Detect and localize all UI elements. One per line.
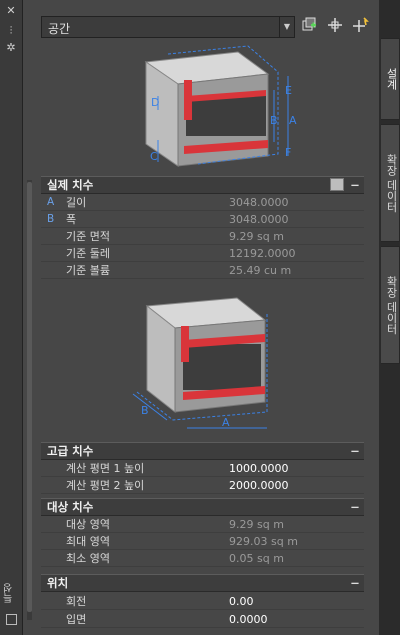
section-title: 위치 <box>47 576 69 590</box>
collapse-button[interactable]: − <box>348 178 362 192</box>
select-objects-icon[interactable] <box>325 17 345 37</box>
property-value[interactable]: 0.0000 <box>229 611 268 628</box>
svg-text:B: B <box>141 404 149 417</box>
palette-icon[interactable] <box>6 614 17 625</box>
section-advanced-dimensions[interactable]: 고급 치수 − <box>41 442 364 460</box>
properties-panel: 공간 ▼ D E B A C F 실제 치수 − A 길이 3048.0000 … <box>23 0 379 635</box>
property-value[interactable]: 1000.0000 <box>229 460 289 477</box>
property-label: 대상 영역 <box>66 518 110 531</box>
property-label: 입면 <box>66 613 87 626</box>
property-row-calc-plane-2[interactable]: 계산 평면 2 높이 2000.0000 <box>41 477 364 494</box>
property-label: 기준 둘레 <box>66 247 110 260</box>
property-value[interactable]: 3048.0000 <box>229 194 289 211</box>
object-type-value: 공간 <box>48 22 71 36</box>
scrollbar-thumb[interactable] <box>27 182 32 612</box>
tab-extended-data-1[interactable]: 확장 데이터 <box>381 124 400 242</box>
property-label: 계산 평면 2 높이 <box>66 479 145 492</box>
property-row-target-area: 대상 영역 9.29 sq m <box>41 516 364 533</box>
base-dimensions-diagram: B A <box>127 292 287 432</box>
property-label: 폭 <box>66 213 77 226</box>
property-row-elevation[interactable]: 입면 0.0000 <box>41 611 364 628</box>
property-value: 25.49 cu m <box>229 264 292 277</box>
section-title: 고급 치수 <box>47 444 94 458</box>
property-value: 9.29 sq m <box>229 518 284 531</box>
section-location[interactable]: 위치 − <box>41 574 364 592</box>
property-label: 최대 영역 <box>66 535 110 548</box>
property-label: 계산 평면 1 높이 <box>66 462 145 475</box>
tab-label: 확장 데이터 <box>385 275 398 335</box>
property-row-width[interactable]: B 폭 3048.0000 <box>41 211 364 228</box>
palette-title-label: 특성 <box>4 583 15 603</box>
property-row-base-volume: 기준 볼륨 25.49 cu m <box>41 262 364 279</box>
property-row-rotation[interactable]: 회전 0.00 <box>41 593 364 610</box>
property-value: 929.03 sq m <box>229 535 298 548</box>
close-icon[interactable]: ✕ <box>5 5 17 17</box>
dimension-key: B <box>47 213 55 225</box>
dimension-key: A <box>47 196 55 208</box>
section-target-dimensions[interactable]: 대상 치수 − <box>41 498 364 516</box>
section-title: 실제 치수 <box>47 178 94 192</box>
property-label: 회전 <box>66 595 87 608</box>
toggle-pickadd-icon[interactable] <box>351 17 371 37</box>
auto-hide-icon[interactable]: ⫶ <box>5 25 17 37</box>
property-value[interactable]: 2000.0000 <box>229 477 289 494</box>
property-value: 12192.0000 <box>229 247 296 260</box>
property-row-base-perimeter: 기준 둘레 12192.0000 <box>41 245 364 262</box>
collapse-button[interactable]: − <box>348 576 362 590</box>
svg-text:A: A <box>289 114 297 127</box>
palette-title-strip: ✕ ⫶ ✲ 특성 <box>0 0 23 635</box>
properties-gear-icon[interactable]: ✲ <box>5 42 17 54</box>
property-row-base-area: 기준 면적 9.29 sq m <box>41 228 364 245</box>
tab-label: 설계 <box>385 68 398 90</box>
property-value: 9.29 sq m <box>229 230 284 243</box>
tab-extended-data-2[interactable]: 확장 데이터 <box>381 246 400 364</box>
collapse-button[interactable]: − <box>348 500 362 514</box>
edit-icon[interactable] <box>330 178 344 191</box>
svg-text:B: B <box>270 114 278 127</box>
property-row-length[interactable]: A 길이 3048.0000 <box>41 194 364 211</box>
section-actual-dimensions[interactable]: 실제 치수 − <box>41 176 364 194</box>
tab-label: 확장 데이터 <box>385 153 398 213</box>
property-value[interactable]: 0.00 <box>229 593 254 610</box>
property-value: 0.05 sq m <box>229 552 284 565</box>
property-row-max-area: 최대 영역 929.03 sq m <box>41 533 364 550</box>
svg-text:C: C <box>150 150 158 163</box>
property-label: 기준 면적 <box>66 230 110 243</box>
quick-select-icon[interactable] <box>299 17 319 37</box>
space-dimensions-diagram: D E B A C F <box>128 44 298 170</box>
svg-text:F: F <box>285 146 291 159</box>
svg-text:D: D <box>151 96 159 109</box>
property-label: 기준 볼륨 <box>66 264 110 277</box>
svg-text:E: E <box>285 84 292 97</box>
property-row-min-area: 최소 영역 0.05 sq m <box>41 550 364 567</box>
chevron-down-icon[interactable]: ▼ <box>279 17 294 37</box>
property-row-calc-plane-1[interactable]: 계산 평면 1 높이 1000.0000 <box>41 460 364 477</box>
tab-design[interactable]: 설계 <box>381 38 400 120</box>
property-value[interactable]: 3048.0000 <box>229 211 289 228</box>
property-label: 최소 영역 <box>66 552 110 565</box>
collapse-button[interactable]: − <box>348 444 362 458</box>
property-label: 길이 <box>66 196 87 209</box>
object-type-dropdown[interactable]: 공간 ▼ <box>41 16 295 38</box>
section-title: 대상 치수 <box>47 500 94 514</box>
svg-text:A: A <box>222 416 230 429</box>
palette-tabs: 설계 확장 데이터 확장 데이터 <box>380 0 400 635</box>
